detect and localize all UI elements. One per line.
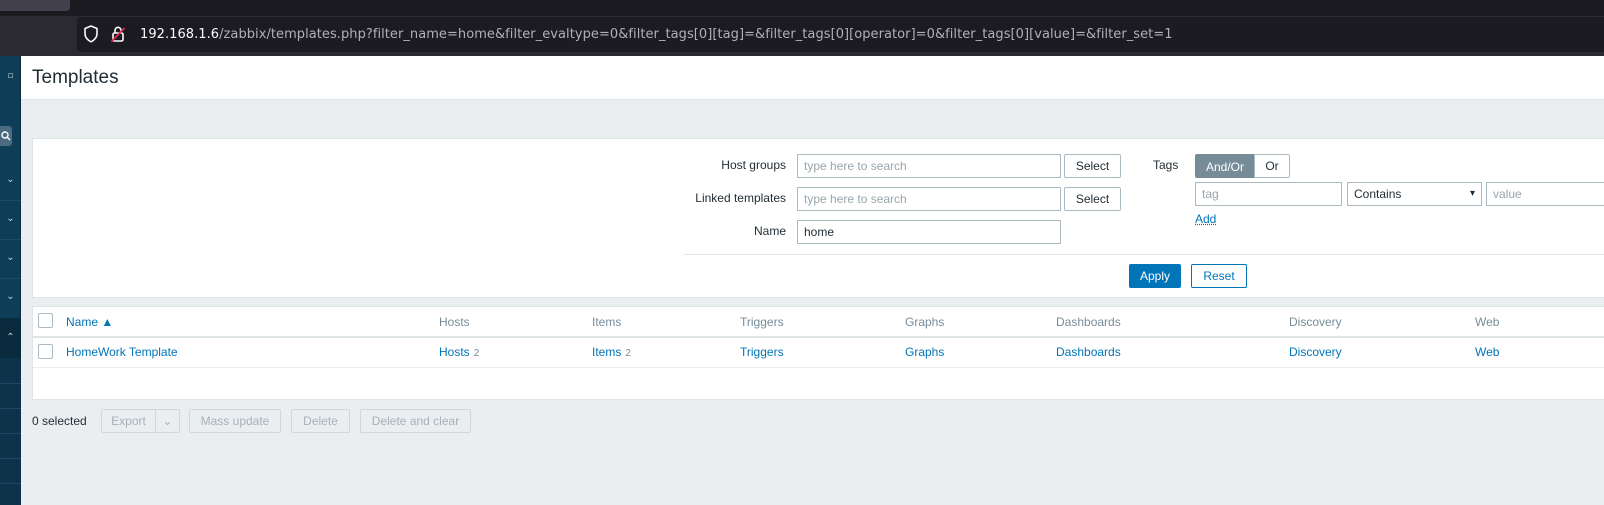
- column-header-items: Items: [592, 315, 622, 329]
- sidebar-search-icon[interactable]: [0, 126, 12, 146]
- filter-panel: Host groups type here to search Select L…: [32, 138, 1604, 298]
- select-all-checkbox[interactable]: [38, 313, 53, 328]
- column-header-hosts: Hosts: [439, 315, 470, 329]
- name-label: Name: [753, 224, 786, 238]
- tags-andor-toggle[interactable]: And/Or: [1195, 154, 1255, 178]
- graphs-link[interactable]: Graphs: [905, 345, 944, 359]
- tag-value-input[interactable]: value: [1486, 182, 1604, 206]
- items-link[interactable]: Items: [592, 345, 621, 359]
- web-link[interactable]: Web: [1475, 345, 1499, 359]
- tags-label: Tags: [1153, 158, 1179, 172]
- tag-operator-select[interactable]: Contains ▾: [1347, 182, 1482, 206]
- host-groups-label: Host groups: [721, 158, 786, 172]
- reset-button[interactable]: Reset: [1191, 264, 1247, 288]
- template-name-link[interactable]: HomeWork Template: [66, 345, 178, 359]
- page-title: Templates: [32, 67, 119, 88]
- url-path: /zabbix/templates.php?filter_name=home&f…: [219, 27, 1173, 42]
- column-header-discovery: Discovery: [1289, 315, 1342, 329]
- column-header-graphs: Graphs: [905, 315, 945, 329]
- mass-update-button[interactable]: Mass update: [189, 409, 281, 433]
- sidebar-item-active[interactable]: ⌃: [0, 318, 21, 358]
- host-groups-select-button[interactable]: Select: [1064, 154, 1121, 178]
- items-cell: Items 2: [592, 345, 631, 359]
- templates-table: Name ▲ Hosts Items Triggers Graphs Dashb…: [32, 306, 1604, 400]
- add-tag-link[interactable]: Add: [1195, 212, 1216, 226]
- tags-or-toggle[interactable]: Or: [1254, 154, 1290, 178]
- page-header: Templates: [21, 56, 1604, 100]
- linked-templates-select-button[interactable]: Select: [1064, 187, 1121, 211]
- column-header-dashboards: Dashboards: [1056, 315, 1121, 329]
- apply-button[interactable]: Apply: [1129, 264, 1181, 288]
- insecure-lock-icon[interactable]: [110, 25, 126, 43]
- tag-operator-value: Contains: [1354, 187, 1402, 201]
- hosts-cell: Hosts 2: [439, 345, 479, 359]
- linked-templates-label: Linked templates: [695, 191, 786, 205]
- browser-tab-strip: [0, 0, 1604, 16]
- name-input[interactable]: home: [797, 220, 1061, 244]
- browser-tab[interactable]: [0, 0, 70, 11]
- triggers-link[interactable]: Triggers: [740, 345, 784, 359]
- chevron-down-icon: ⌄: [162, 414, 173, 428]
- dashboards-link[interactable]: Dashboards: [1056, 345, 1121, 359]
- linked-templates-input[interactable]: type here to search: [797, 187, 1061, 211]
- chevron-down-icon: ▾: [1469, 188, 1475, 199]
- delete-and-clear-button[interactable]: Delete and clear: [360, 409, 471, 433]
- delete-button[interactable]: Delete: [291, 409, 350, 433]
- export-button[interactable]: Export: [101, 409, 156, 433]
- discovery-link[interactable]: Discovery: [1289, 345, 1342, 359]
- column-header-triggers: Triggers: [740, 315, 784, 329]
- shield-icon[interactable]: [83, 25, 99, 43]
- sidebar-submenu: [0, 358, 21, 505]
- chevron-down-icon[interactable]: ⌄: [0, 209, 21, 229]
- chevron-down-icon[interactable]: ⌄: [0, 287, 21, 307]
- hosts-count: 2: [473, 348, 480, 359]
- table-header: Name ▲ Hosts Items Triggers Graphs Dashb…: [33, 307, 1604, 338]
- column-header-web: Web: [1475, 315, 1500, 329]
- column-header-name[interactable]: Name ▲: [66, 315, 113, 329]
- chevron-down-icon[interactable]: ⌄: [0, 170, 21, 190]
- sidebar-collapse-icon[interactable]: ▫: [0, 66, 21, 86]
- tag-input[interactable]: tag: [1195, 182, 1342, 206]
- selected-count: 0 selected: [32, 414, 87, 428]
- table-row: HomeWork Template Hosts 2 Items 2 Triggers…: [33, 338, 1604, 368]
- row-checkbox[interactable]: [38, 344, 53, 359]
- url-text[interactable]: 192.168.1.6/zabbix/templates.php?filter_…: [140, 27, 1173, 42]
- hosts-link[interactable]: Hosts: [439, 345, 470, 359]
- chevron-up-icon: ⌃: [6, 332, 15, 343]
- filter-divider: [684, 254, 1604, 255]
- host-groups-input[interactable]: type here to search: [797, 154, 1061, 178]
- chevron-down-icon[interactable]: ⌄: [0, 248, 21, 268]
- url-host: 192.168.1.6: [140, 27, 220, 42]
- items-count: 2: [625, 348, 631, 359]
- export-dropdown-button[interactable]: ⌄: [155, 409, 180, 433]
- sidebar: ▫ ⌄ ⌄ ⌄ ⌄ ⌃: [0, 56, 21, 505]
